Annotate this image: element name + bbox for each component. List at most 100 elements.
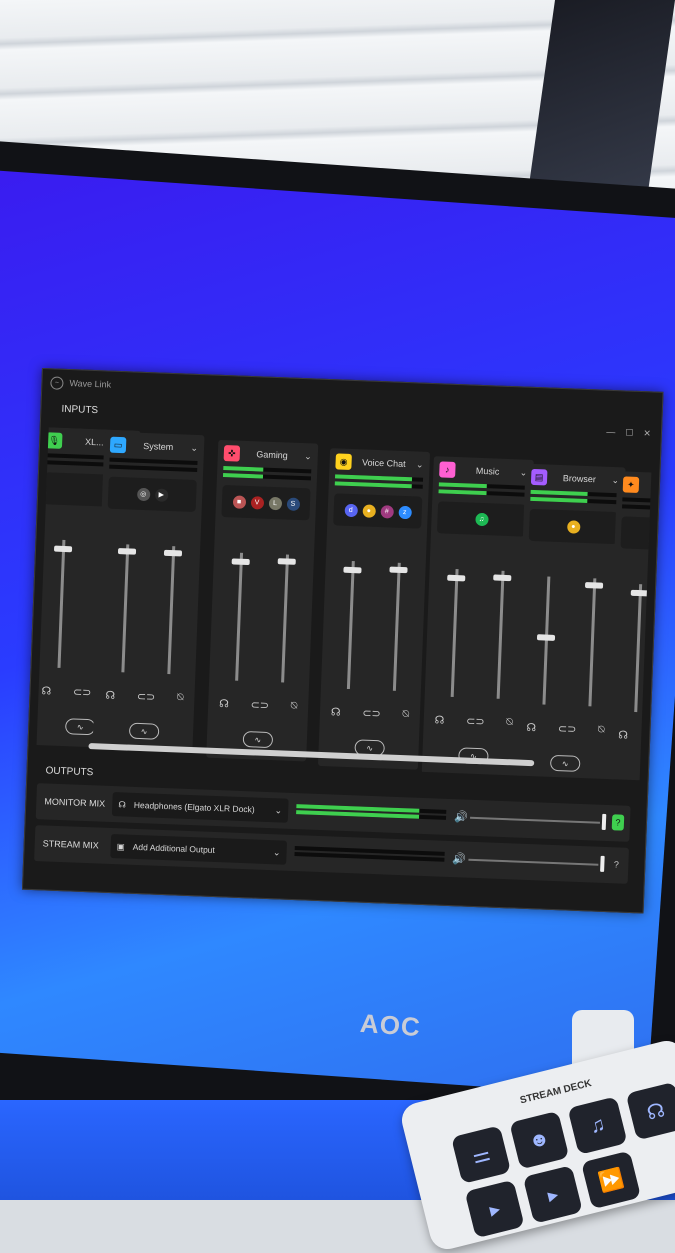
headphones-icon[interactable]: ☊: [618, 728, 628, 741]
link-icon[interactable]: ⊂⊃: [137, 690, 156, 704]
fader-handle[interactable]: [536, 634, 556, 641]
fader-handle[interactable]: [630, 589, 649, 597]
channel-apps: ●: [528, 508, 618, 545]
mute-speaker-icon[interactable]: ⍉: [598, 724, 605, 737]
link-icon[interactable]: ⊂⊃: [558, 722, 577, 736]
stream-mix-device-select[interactable]: ▣ Add Additional Output ⌄: [110, 833, 288, 865]
gamepad-icon: ✜: [223, 445, 241, 462]
discord-key-icon[interactable]: ☻: [509, 1110, 570, 1170]
headphones-icon[interactable]: ☊: [434, 713, 444, 726]
channel-meters: [616, 497, 653, 512]
close-icon[interactable]: ✕: [643, 428, 651, 439]
music-key-icon[interactable]: ♫: [567, 1096, 628, 1155]
chevron-down-icon[interactable]: ⌄: [190, 442, 198, 453]
channel-name: Browser: [562, 473, 597, 485]
link-icon[interactable]: ⊂⊃: [362, 707, 381, 721]
ear-icon[interactable]: ?: [610, 856, 623, 872]
level-meter: [622, 504, 653, 512]
sliders-key-icon[interactable]: ⚌: [451, 1125, 512, 1184]
fader-handle[interactable]: [343, 566, 362, 574]
fader-handle[interactable]: [117, 548, 137, 555]
speaker-icon[interactable]: 🔊: [452, 852, 466, 866]
stream-deck-label: STREAM DECK: [518, 1077, 593, 1107]
monitor-mix-fader[interactable]: [343, 561, 362, 690]
key-icon[interactable]: ▸: [522, 1165, 583, 1224]
game-app-1-icon: ■: [232, 494, 246, 509]
channel-header[interactable]: ▤ Browser ⌄: [525, 464, 626, 494]
stream-mix-volume-slider[interactable]: [468, 858, 599, 866]
effects-button[interactable]: ∿: [64, 718, 96, 736]
headphones-icon[interactable]: ☊: [219, 697, 229, 710]
maximize-icon[interactable]: ☐: [625, 427, 633, 438]
stream-mix-volume-handle[interactable]: [600, 855, 605, 872]
minimize-icon[interactable]: —: [606, 427, 615, 438]
monitor-mix-device: Headphones (Elgato XLR Dock): [133, 799, 255, 815]
stream-mix-fader[interactable]: [277, 554, 296, 683]
fader-handle[interactable]: [493, 574, 512, 582]
monitor-mix-volume-slider[interactable]: [470, 816, 600, 824]
spotify-icon: ♫: [474, 512, 489, 526]
stream-mix-fader[interactable]: [493, 570, 512, 699]
effects-button[interactable]: ∿: [549, 754, 581, 772]
headphones-icon[interactable]: ☊: [526, 721, 536, 734]
channel-apps-empty: [620, 516, 653, 552]
link-icon[interactable]: ⊂⊃: [466, 715, 485, 729]
fader-handle[interactable]: [53, 545, 73, 553]
fast-forward-key-icon[interactable]: ⏩: [580, 1150, 642, 1210]
channel-header[interactable]: ◉ Voice Chat ⌄: [329, 448, 430, 478]
monitor-mix-fader[interactable]: [231, 552, 250, 681]
speaker-icon[interactable]: 🔊: [454, 810, 468, 824]
effects-button[interactable]: ∿: [128, 722, 160, 740]
fader-handle[interactable]: [277, 558, 296, 565]
chevron-down-icon[interactable]: ⌄: [416, 459, 424, 470]
monitor-mix-fader[interactable]: [536, 576, 556, 705]
level-meter: [438, 489, 527, 497]
ear-icon[interactable]: ?: [611, 814, 625, 831]
valorant-icon: V: [250, 495, 264, 510]
channel-strip: ◉ Voice Chat ⌄ d ● # z ☊ ⊂⊃ ⍉ ∿: [317, 448, 431, 770]
wave-link-window: ~ Wave Link — ☐ ✕ INPUTS ▦ ☊ ⚙ ☺ 🎙XL...⌄…: [21, 368, 664, 914]
channel-name: Gaming: [256, 449, 288, 461]
channel-header[interactable]: ✜ Gaming ⌄: [217, 440, 318, 470]
stream-mix-fader[interactable]: [389, 562, 408, 691]
effects-button[interactable]: ∿: [242, 730, 274, 749]
stream-mix-device: Add Additional Output: [132, 841, 216, 855]
monitor-mix-fader[interactable]: [53, 539, 73, 668]
outputs-heading: OUTPUTS: [45, 765, 94, 779]
headphones-icon[interactable]: ☊: [105, 689, 115, 702]
fader-handle[interactable]: [231, 558, 250, 566]
fader-handle[interactable]: [447, 574, 466, 582]
level-meter: [334, 481, 423, 489]
monitor-mix-fader[interactable]: [117, 544, 137, 673]
stream-mix-fader[interactable]: [584, 578, 604, 707]
channel-name: [645, 485, 652, 487]
channel-apps: ◎ ▶: [107, 476, 197, 513]
headphones-icon[interactable]: ☊: [331, 705, 341, 718]
fader-handle[interactable]: [163, 549, 183, 557]
link-icon[interactable]: ⊂⊃: [73, 685, 92, 699]
channel-name: Music: [475, 465, 500, 477]
mute-speaker-icon[interactable]: ⍉: [177, 691, 184, 704]
headphones-key-icon[interactable]: ☊: [625, 1081, 675, 1141]
chevron-down-icon[interactable]: ⌄: [304, 451, 312, 462]
key-icon[interactable]: ▸: [464, 1179, 525, 1239]
mute-speaker-icon[interactable]: ⍉: [506, 716, 513, 729]
channel-header[interactable]: ▭ System ⌄: [104, 431, 205, 461]
monitor-mix-fader[interactable]: [630, 584, 649, 713]
monitor-mix-volume-handle[interactable]: [601, 813, 607, 830]
fader-handle[interactable]: [389, 566, 408, 574]
channel-apps: ♫: [436, 501, 527, 537]
obs-icon: ◎: [136, 487, 150, 501]
level-meter: [109, 464, 198, 473]
monitor-brand-logo: AOC: [359, 1007, 422, 1043]
stream-mix-fader[interactable]: [163, 546, 183, 675]
monitor-mix-device-select[interactable]: ☊ Headphones (Elgato XLR Dock) ⌄: [111, 792, 289, 823]
fader-handle[interactable]: [584, 582, 604, 589]
mute-speaker-icon[interactable]: ⍉: [402, 708, 409, 721]
link-icon[interactable]: ⊂⊃: [250, 698, 269, 712]
channel-controls: ☊ ⊂⊃ ⍉: [515, 720, 615, 737]
headphones-icon[interactable]: ☊: [41, 684, 51, 697]
monitor-mix-fader[interactable]: [447, 569, 466, 698]
mute-speaker-icon[interactable]: ⍉: [290, 700, 298, 713]
channel-header[interactable]: ♪ Music ⌄: [433, 456, 534, 486]
